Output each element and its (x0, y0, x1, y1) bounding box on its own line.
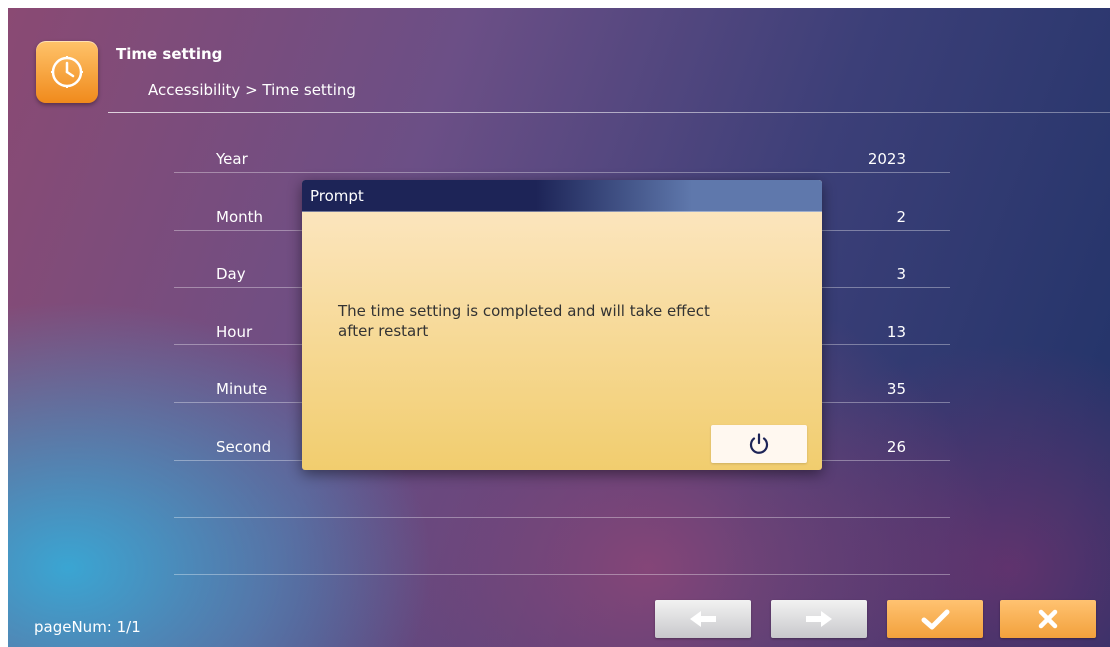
row-divider (174, 517, 950, 518)
row-label-day: Day (216, 265, 246, 283)
page-title: Time setting (116, 45, 223, 63)
clock-icon (51, 56, 83, 88)
time-setting-icon-tile (36, 41, 98, 103)
row-value-minute[interactable]: 35 (887, 379, 906, 399)
arrow-left-icon (690, 611, 716, 627)
confirm-button[interactable] (887, 600, 983, 638)
screen: Time setting Accessibility > Time settin… (8, 8, 1110, 647)
header-divider (108, 112, 1110, 113)
next-button[interactable] (771, 600, 867, 638)
cancel-button[interactable] (1000, 600, 1096, 638)
row-label-month: Month (216, 208, 264, 226)
breadcrumb: Accessibility > Time setting (148, 81, 356, 99)
check-icon (921, 609, 950, 630)
row-label-minute: Minute (216, 380, 268, 398)
page-number: pageNum: 1/1 (34, 618, 141, 636)
prompt-dialog: Prompt The time setting is completed and… (302, 180, 822, 470)
previous-button[interactable] (655, 600, 751, 638)
row-value-hour[interactable]: 13 (887, 322, 906, 342)
restart-button[interactable] (711, 425, 807, 463)
row-label-second: Second (216, 438, 272, 456)
dialog-title: Prompt (302, 180, 822, 212)
dialog-message: The time setting is completed and will t… (338, 302, 710, 340)
row-divider (174, 172, 950, 173)
row-label-year: Year (216, 150, 248, 168)
power-icon (749, 433, 769, 454)
row-label-hour: Hour (216, 323, 253, 341)
row-value-year[interactable]: 2023 (868, 149, 906, 169)
arrow-right-icon (806, 611, 832, 627)
row-value-second[interactable]: 26 (887, 437, 906, 457)
row-value-month[interactable]: 2 (896, 207, 906, 227)
close-icon (1038, 609, 1058, 629)
row-value-day[interactable]: 3 (896, 264, 906, 284)
row-divider (174, 574, 950, 575)
